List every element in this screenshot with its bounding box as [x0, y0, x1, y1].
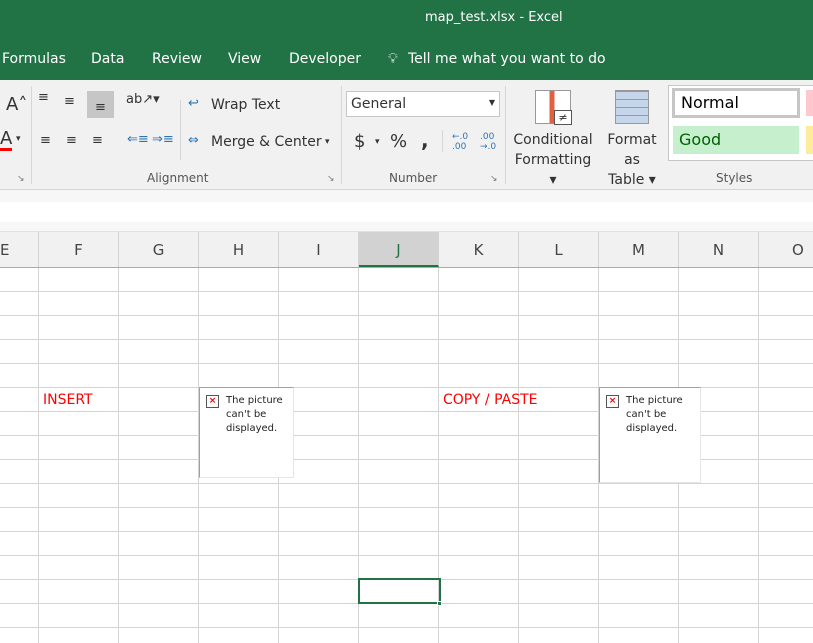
format-table-label-2: Table: [608, 172, 645, 188]
gridline-vertical: [518, 268, 519, 643]
lightbulb-icon: 💡︎: [388, 51, 398, 67]
tab-view[interactable]: View: [228, 51, 261, 67]
orientation-icon[interactable]: ab↗▾: [126, 92, 160, 107]
currency-dropdown-icon[interactable]: ▾: [375, 137, 380, 147]
column-header-n[interactable]: N: [679, 232, 759, 267]
decrease-indent-icon[interactable]: ⇐≡: [127, 132, 149, 147]
gridline-horizontal: [0, 627, 813, 628]
conditional-formatting-icon: ≠: [535, 90, 572, 125]
tab-data[interactable]: Data: [91, 51, 124, 67]
gridline-horizontal: [0, 315, 813, 316]
font-color-dropdown-icon[interactable]: ▾: [16, 134, 21, 144]
ribbon-tabs: Formulas Data Review View Developer 💡︎ T…: [0, 42, 813, 80]
format-table-label-row: Table ▾: [608, 172, 656, 188]
number-format-value: General: [351, 96, 407, 112]
gridline-vertical: [758, 268, 759, 643]
fill-handle[interactable]: [437, 601, 442, 606]
increase-decimal-label: .00: [452, 142, 467, 152]
column-header-k[interactable]: K: [439, 232, 519, 267]
column-header-m[interactable]: M: [599, 232, 679, 267]
currency-button[interactable]: $: [354, 131, 365, 152]
format-table-icon: [615, 90, 649, 124]
column-header-l[interactable]: L: [519, 232, 599, 267]
bottom-align-icon[interactable]: ≡: [87, 91, 114, 118]
formula-bar[interactable]: [0, 202, 813, 222]
tab-review[interactable]: Review: [152, 51, 202, 67]
column-header-f[interactable]: F: [39, 232, 119, 267]
conditional-label-1: Conditional: [513, 132, 593, 148]
tell-me-search[interactable]: Tell me what you want to do: [408, 51, 606, 67]
font-launcher-icon[interactable]: ↘: [17, 174, 25, 184]
comma-button[interactable]: ,: [421, 128, 429, 152]
align-center-icon[interactable]: ≡: [66, 133, 77, 148]
alignment-launcher-icon[interactable]: ↘: [327, 174, 335, 184]
gridline-vertical: [38, 268, 39, 643]
column-header-o[interactable]: O: [759, 232, 813, 267]
broken-picture-1[interactable]: × The picture can't be displayed.: [199, 387, 294, 478]
font-color-button[interactable]: A: [0, 130, 13, 151]
formula-bar-area: [0, 190, 813, 232]
gridline-horizontal: [0, 363, 813, 364]
decrease-decimal-label: .0: [487, 142, 497, 152]
conditional-label-2: Formatting: [514, 152, 592, 168]
conditional-label-row: Formatting ▾: [514, 152, 592, 188]
gridline-horizontal: [0, 483, 813, 484]
picture-error-text: The picture can't be displayed.: [626, 395, 683, 434]
chevron-down-icon: ▼: [488, 98, 495, 107]
middle-align-icon[interactable]: ≡: [64, 94, 75, 109]
cell-f-insert[interactable]: INSERT: [43, 392, 93, 408]
align-left-icon[interactable]: ≡: [40, 133, 51, 148]
top-align-icon[interactable]: ≡: [38, 90, 49, 105]
wrap-text-button[interactable]: Wrap Text: [211, 97, 280, 113]
styles-group-label: Styles: [716, 171, 753, 185]
style-bad[interactable]: [806, 90, 813, 116]
selected-cell[interactable]: [358, 578, 441, 604]
wrap-text-icon: ↩: [188, 96, 199, 111]
decrease-decimal-button[interactable]: .00 →.0: [480, 132, 496, 152]
number-group-label: Number: [389, 171, 438, 185]
format-table-label-1: Format as: [607, 132, 657, 168]
window-title: map_test.xlsx - Excel: [425, 10, 563, 25]
merge-center-button[interactable]: Merge & Center: [211, 134, 322, 150]
merge-icon: ⇔: [188, 133, 199, 148]
increase-decimal-button[interactable]: ←.0.00: [452, 132, 468, 152]
number-format-select[interactable]: General ▼: [346, 91, 500, 117]
merge-dropdown-icon[interactable]: ▾: [325, 137, 330, 147]
column-header-h[interactable]: H: [199, 232, 279, 267]
column-header-g[interactable]: G: [119, 232, 199, 267]
style-neutral[interactable]: [806, 126, 813, 154]
number-launcher-icon[interactable]: ↘: [490, 174, 498, 184]
gridline-horizontal: [0, 555, 813, 556]
tab-developer[interactable]: Developer: [289, 51, 361, 67]
percent-button[interactable]: %: [390, 131, 407, 152]
format-as-table-button[interactable]: Format as Table ▾: [598, 86, 666, 188]
gridline-horizontal: [0, 531, 813, 532]
broken-image-icon: ×: [206, 395, 219, 408]
alignment-group-label: Alignment: [147, 171, 209, 185]
column-headers: EFGHIJKLMNO: [0, 232, 813, 268]
gridline-horizontal: [0, 339, 813, 340]
picture-error-text: The picture can't be displayed.: [226, 395, 283, 434]
increase-font-icon[interactable]: A˄: [6, 94, 27, 115]
style-normal[interactable]: Normal: [672, 88, 800, 118]
increase-indent-icon[interactable]: ⇒≡: [152, 132, 174, 147]
conditional-formatting-button[interactable]: ≠ Conditional Formatting ▾: [510, 86, 596, 188]
broken-image-icon: ×: [606, 395, 619, 408]
column-header-i[interactable]: I: [279, 232, 359, 267]
ribbon: A˄ A ▾ ↘ ≡ ≡ ≡ ab↗▾ ≡ ≡ ≡ ⇐≡ ⇒≡ ↩ Wrap T…: [0, 80, 813, 190]
gridline-horizontal: [0, 507, 813, 508]
cell-k-copy-paste[interactable]: COPY / PASTE: [443, 392, 538, 408]
column-header-j[interactable]: J: [359, 232, 439, 267]
broken-picture-2[interactable]: × The picture can't be displayed.: [599, 387, 701, 483]
style-good[interactable]: Good: [673, 126, 799, 154]
gridline-horizontal: [0, 291, 813, 292]
title-bar: map_test.xlsx - Excel: [0, 0, 813, 42]
tab-formulas[interactable]: Formulas: [2, 51, 66, 67]
align-right-icon[interactable]: ≡: [92, 133, 103, 148]
gridline-vertical: [118, 268, 119, 643]
column-header-e[interactable]: E: [0, 232, 39, 267]
